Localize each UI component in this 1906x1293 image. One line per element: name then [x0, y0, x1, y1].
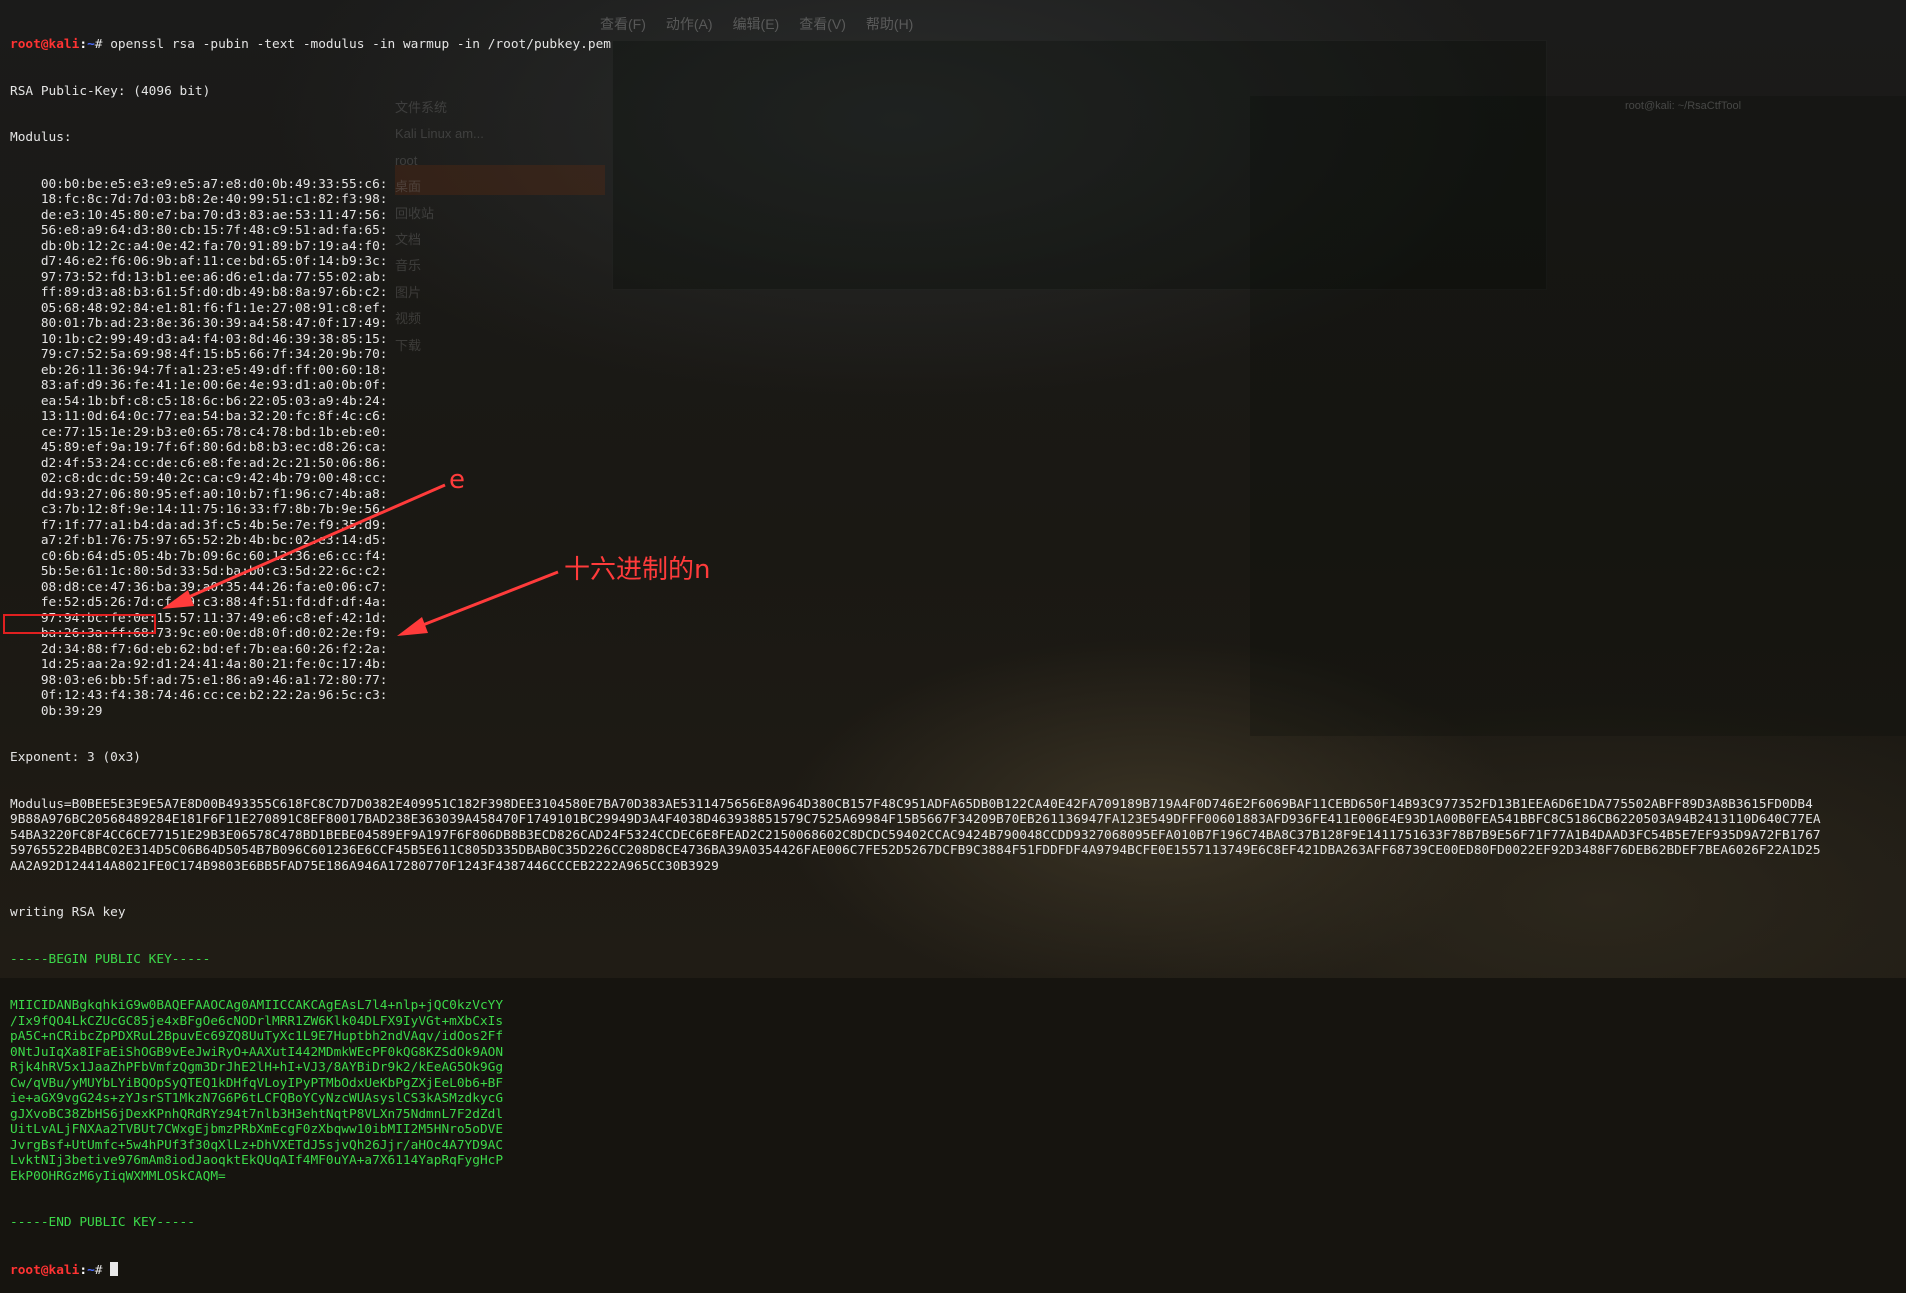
prompt-separator: : [79, 1262, 88, 1278]
prompt-user: root@kali [10, 1262, 80, 1278]
pem-line: gJXvoBC38ZbHS6jDexKPnhQRdRYz94t7nlb3H3eh… [10, 1106, 504, 1122]
terminal-cursor [110, 1261, 119, 1276]
pem-line: UitLvALjFNXAa2TVBUt7CWxgEjbmzPRbXmEcgF0z… [10, 1122, 504, 1137]
annotation-hex-n: 十六进制的n [564, 555, 711, 585]
prompt-symbol: # [94, 1262, 111, 1278]
annotation-e: e [449, 465, 465, 495]
arrow-e-shaft [174, 483, 446, 605]
final-prompt-line: root@kali:~# [10, 1261, 1821, 1278]
pem-line: LvktNIj3betive976mAm8iodJaoqktEkQUqAIf4M… [10, 1153, 504, 1168]
pem-line: pA5C+nCRibcZpPDXRuL2BpuvEc69ZQ8UuTyXc1L9… [10, 1029, 504, 1044]
pem-line: Cw/qVBu/yMUYbLYiBQOpSyQTEQ1kDHfqVLoyIPyP… [10, 1075, 504, 1091]
pem-block: MIICIDANBgkqhkiG9w0BAQEFAAOCAg0AMIICCAKC… [10, 998, 1821, 1184]
pem-line: 0NtJuIqXa8IFaEiShOGB9vEeJwiRyO+AAXutI442… [10, 1044, 504, 1060]
annotation-arrows [162, 483, 559, 636]
pem-line: MIICIDANBgkqhkiG9w0BAQEFAAOCAg0AMIICCAKC… [10, 998, 504, 1013]
arrow-n-head [397, 617, 428, 636]
pem-line: ie+aGX9vgG24s+zYJsrST1MkzN7G6P6tLCFQBoYC… [10, 1091, 504, 1106]
prompt-path: ~ [87, 1262, 95, 1278]
pem-line: EkP0OHRGzM6yIiqWXMMLOSkCAQM= [10, 1168, 226, 1184]
pem-line: JvrgBsf+UtUmfc+5w4hPUf3f30qXlLz+DhVXETdJ… [10, 1137, 504, 1153]
pem-end: -----END PUBLIC KEY----- [10, 1215, 195, 1230]
pem-line: /Ix9fQO4LkCZUcGC85je4xBFgOe6cNODrlMRR1ZW… [10, 1013, 504, 1029]
arrow-e-head [162, 590, 194, 609]
pem-line: Rjk4hRV5x1JaaZhPFbVmfzQgm3DrJhE2lH+hI+VJ… [10, 1060, 504, 1075]
arrow-n-shaft [409, 570, 559, 632]
